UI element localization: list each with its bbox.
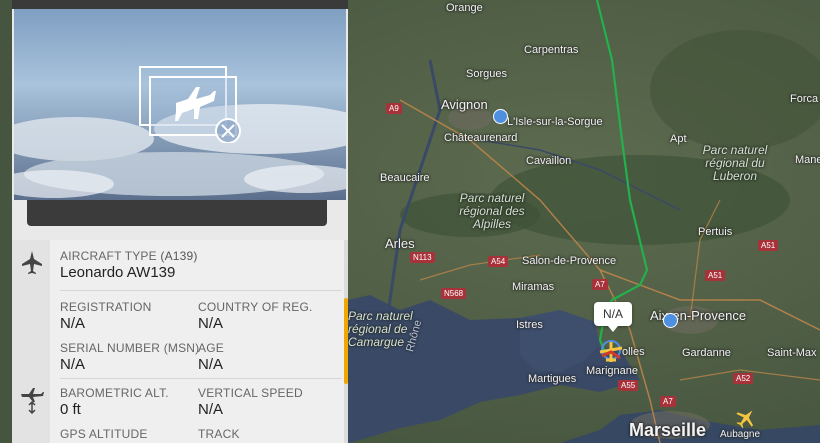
aircraft-details: AIRCRAFT TYPE (A139) Leonardo AW139 REGI… [12, 240, 348, 443]
baro-alt-label: BAROMETRIC ALT. [60, 386, 169, 400]
airplane-icon [22, 251, 42, 274]
aircraft-type-label: AIRCRAFT TYPE (A139) [60, 249, 198, 263]
baro-alt-value: 0 ft [60, 401, 81, 418]
aircraft-info-panel: AIRCRAFT TYPE (A139) Leonardo AW139 REGI… [12, 0, 348, 443]
road-marker: A52 [733, 373, 754, 384]
place-label: Avignon [441, 97, 488, 112]
place-label: Beaucaire [380, 172, 430, 184]
track-label: TRACK [198, 427, 240, 441]
aircraft-icon[interactable] [735, 407, 757, 429]
serial-label: SERIAL NUMBER (MSN) [60, 341, 200, 355]
place-label: Orange [446, 2, 483, 14]
road-marker: A51 [758, 240, 779, 251]
registration-value: N/A [60, 315, 86, 332]
vertical-speed-value: N/A [198, 401, 224, 418]
road-marker: A7 [660, 396, 676, 407]
road-marker: A54 [488, 256, 509, 267]
aircraft-type-value: Leonardo AW139 [60, 264, 176, 281]
age-label: AGE [198, 341, 224, 355]
place-label: Gardanne [682, 347, 731, 359]
flight-callout[interactable]: N/A [594, 302, 632, 332]
section-icon-column [12, 240, 50, 443]
road-marker: N113 [410, 252, 435, 263]
aircraft-type-code: (A139) [160, 249, 198, 263]
altitude-airplane-icon [21, 388, 44, 414]
place-label: L'Isle-sur-la-Sorgue [507, 116, 603, 128]
registration-label: REGISTRATION [60, 300, 152, 314]
aircraft-photo-placeholder [14, 9, 346, 200]
no-photo-icon [139, 66, 241, 143]
photo-caption-bar [27, 200, 327, 226]
gps-alt-label: GPS ALTITUDE [60, 427, 148, 441]
divider [60, 378, 342, 379]
place-label: Arles [385, 236, 415, 251]
place-label: Châteaurenard [444, 132, 518, 144]
place-label: Mane [795, 154, 820, 166]
vertical-speed-label: VERTICAL SPEED [198, 386, 303, 400]
park-label: Parc naturel régional du Luberon [702, 143, 768, 183]
park-label: Parc naturel régional des Alpilles [459, 191, 525, 231]
place-label: Sorgues [466, 68, 507, 80]
road-marker: A7 [592, 279, 608, 290]
place-label: Cavaillon [526, 155, 572, 167]
selected-aircraft-icon[interactable] [596, 338, 630, 368]
country-label: COUNTRY OF REG. [198, 300, 313, 314]
road-marker: A9 [386, 103, 402, 114]
place-label: Istres [516, 319, 543, 331]
place-label: Marseille [629, 420, 707, 440]
place-label: Salon-de-Provence [522, 255, 617, 267]
place-label: Pertuis [698, 226, 733, 238]
road-marker: A51 [705, 270, 726, 281]
panel-scrollbar-thumb[interactable] [344, 298, 348, 384]
place-label: Forca [790, 93, 819, 105]
park-label: Parc naturel régional de Camargue [348, 309, 413, 349]
place-label: Saint-Max [767, 347, 817, 359]
place-label: Apt [670, 133, 687, 145]
place-label: Aubagne [720, 429, 761, 440]
road-marker: N568 [441, 288, 467, 299]
serial-value: N/A [60, 356, 86, 373]
country-value: N/A [198, 315, 224, 332]
divider [60, 290, 342, 291]
road-marker: A55 [618, 380, 639, 391]
airport-poi-icon[interactable] [493, 109, 508, 124]
place-label: Miramas [512, 281, 555, 293]
panel-top-bar [12, 0, 348, 9]
place-label: Martigues [528, 373, 577, 385]
age-value: N/A [198, 356, 224, 373]
place-label: Carpentras [524, 44, 579, 56]
airport-poi-icon[interactable] [663, 313, 678, 328]
